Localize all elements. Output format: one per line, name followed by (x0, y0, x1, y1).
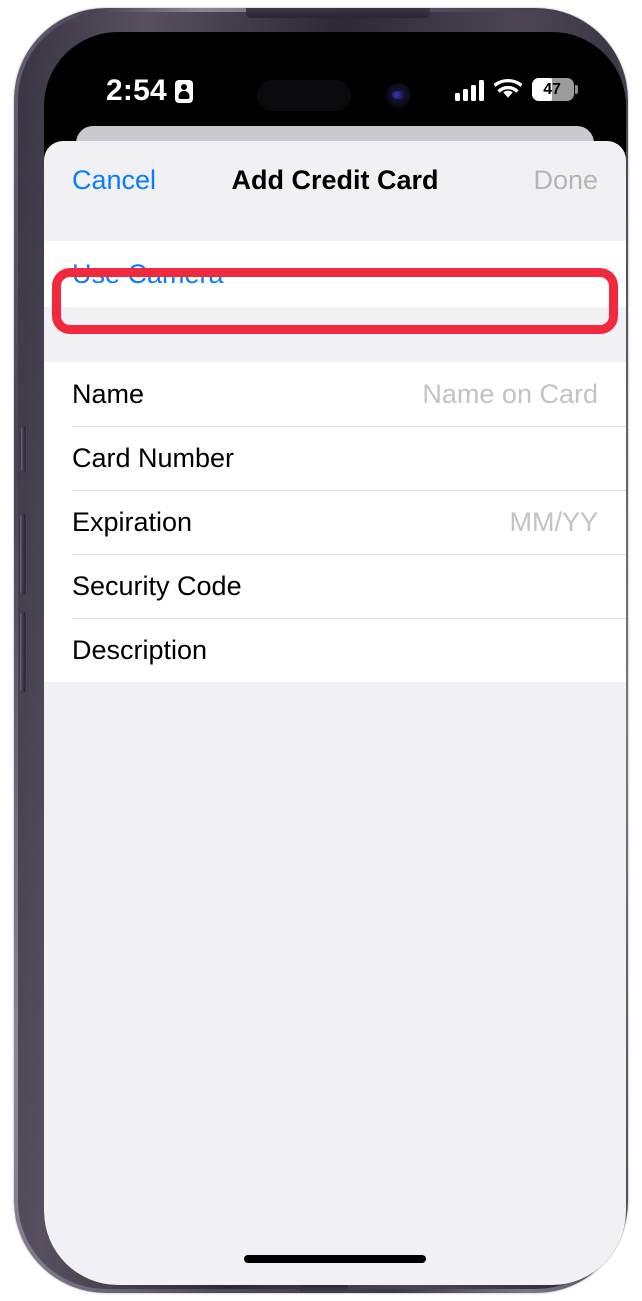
home-indicator[interactable] (244, 1255, 426, 1263)
field-row-security-code[interactable]: Security Code (44, 554, 626, 618)
wifi-icon (493, 78, 523, 100)
field-row-description[interactable]: Description (44, 618, 626, 682)
location-indicator-icon (174, 79, 193, 103)
use-camera-row[interactable]: Use Camera (44, 241, 626, 307)
field-row-name[interactable]: Name Name on Card (44, 362, 626, 426)
volume-down-button[interactable] (20, 612, 27, 692)
battery-cap (575, 85, 578, 94)
credit-card-form-group: Name Name on Card Card Number Expiration… (44, 362, 626, 682)
navigation-bar: Cancel Add Credit Card Done (44, 141, 626, 219)
cellular-signal-icon (455, 79, 484, 101)
field-placeholder-expiration: MM/YY (509, 506, 598, 537)
field-label-description: Description (72, 634, 208, 665)
battery-icon: 47 (532, 78, 578, 101)
front-camera-icon (386, 83, 411, 108)
volume-up-button[interactable] (20, 514, 27, 594)
field-row-card-number[interactable]: Card Number (44, 426, 626, 490)
status-bar: 2:54 47 (44, 32, 626, 112)
add-credit-card-sheet: Cancel Add Credit Card Done Use Camera N… (44, 141, 626, 1285)
antenna-band-top (246, 8, 430, 18)
field-row-expiration[interactable]: Expiration MM/YY (44, 490, 626, 554)
cancel-button[interactable]: Cancel (72, 165, 156, 196)
field-label-expiration: Expiration (72, 506, 193, 537)
field-label-card-number: Card Number (72, 442, 235, 473)
status-bar-right: 47 (455, 78, 578, 101)
action-button[interactable] (21, 426, 27, 472)
field-placeholder-name: Name on Card (422, 378, 598, 409)
phone-frame: 2:54 47 Cancel Add Credit Card Done Use … (14, 8, 628, 1293)
use-camera-label: Use Camera (72, 258, 224, 289)
status-bar-time: 2:54 (106, 74, 167, 107)
done-button[interactable]: Done (533, 165, 598, 196)
status-bar-left: 2:54 (106, 76, 193, 106)
battery-level-label: 47 (543, 80, 561, 98)
field-label-security-code: Security Code (72, 570, 242, 601)
field-label-name: Name (72, 378, 145, 409)
dynamic-island[interactable] (257, 80, 351, 111)
antenna-band-bottom (300, 1284, 348, 1293)
phone-screen: 2:54 47 Cancel Add Credit Card Done Use … (44, 32, 626, 1285)
